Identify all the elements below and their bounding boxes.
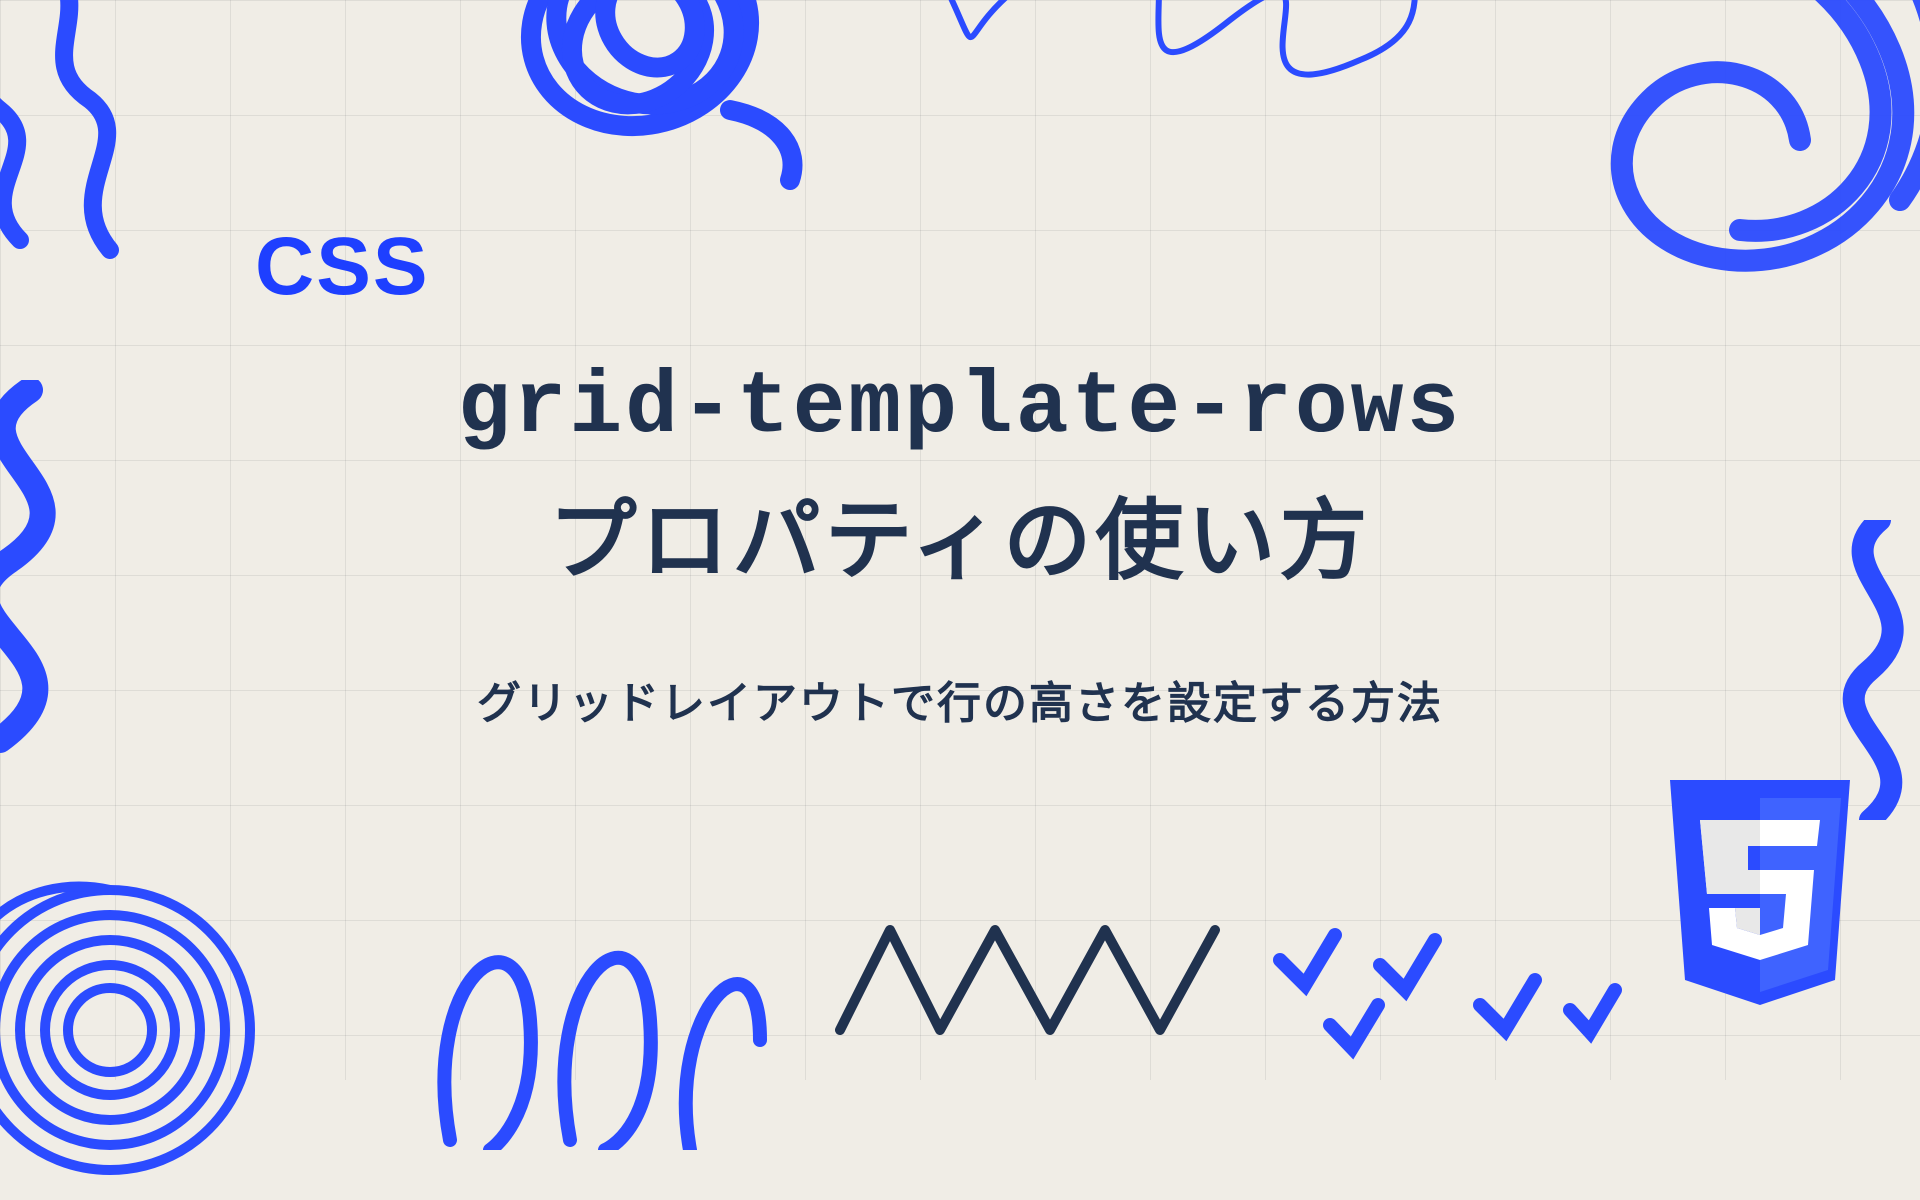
subtitle: グリッドレイアウトで行の高さを設定する方法 xyxy=(0,667,1920,731)
content-block: CSS grid-template-rows プロパティの使い方 グリッドレイア… xyxy=(0,220,1920,731)
title-line-1: grid-template-rows xyxy=(0,359,1920,458)
css3-badge-icon xyxy=(1655,780,1865,1025)
eyebrow-label: CSS xyxy=(255,220,1920,314)
title-line-2: プロパティの使い方 xyxy=(0,470,1920,597)
